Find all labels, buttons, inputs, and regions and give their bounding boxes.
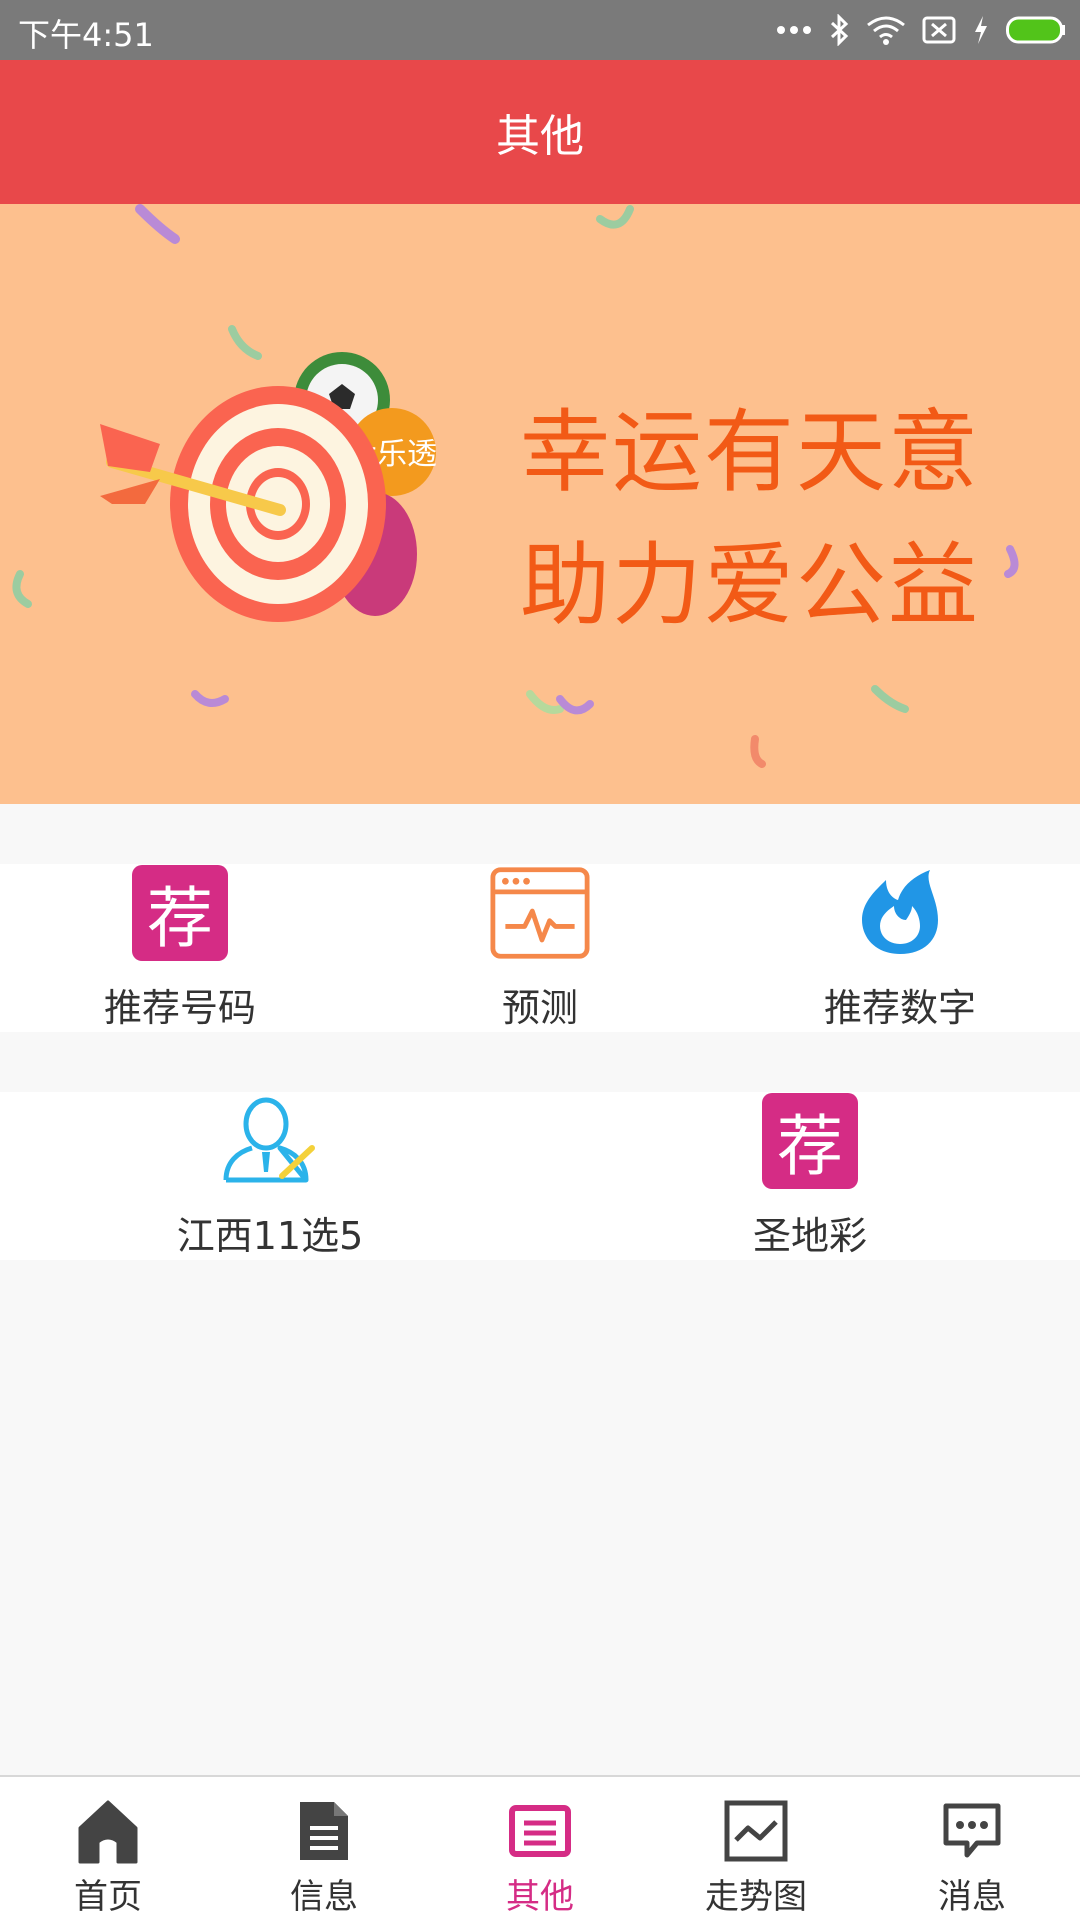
grid-item-shengdicai[interactable]: 荐 圣地彩: [540, 1092, 1080, 1260]
grid-item-label: 推荐号码: [103, 986, 256, 1030]
person-edit-icon: [220, 1092, 320, 1189]
nav-item-trend[interactable]: 走势图: [648, 1777, 864, 1922]
recommend-badge: 荐: [762, 1092, 858, 1189]
banner-slogan-line1: 幸运有天意: [520, 400, 980, 505]
nav-label: 消息: [938, 1877, 1006, 1917]
status-bar: 下午4:51: [0, 0, 1080, 60]
more-dots-icon: [777, 26, 811, 34]
grid-item-label: 江西11选5: [176, 1214, 364, 1258]
page-title: 其他: [496, 111, 584, 162]
app-bar: 其他: [0, 60, 1080, 204]
grid-item-recommend-numbers[interactable]: 荐 推荐号码: [0, 864, 360, 1032]
grid-item-jiangxi-11x5[interactable]: 江西11选5: [0, 1092, 540, 1260]
nav-item-other[interactable]: 其他: [432, 1777, 648, 1922]
grid-item-forecast[interactable]: 预测: [360, 864, 720, 1032]
bluetooth-icon: [830, 14, 849, 46]
recommend-badge: 荐: [132, 864, 228, 961]
recommend-icon: 荐: [760, 1092, 860, 1189]
status-time: 下午4:51: [18, 16, 154, 54]
charging-icon: [975, 16, 987, 44]
trend-chart-icon: [720, 1795, 792, 1867]
nav-item-info[interactable]: 信息: [216, 1777, 432, 1922]
grid-item-recommend-digits[interactable]: 推荐数字: [720, 864, 1080, 1032]
nav-label: 信息: [290, 1877, 358, 1917]
flame-icon: [850, 864, 950, 961]
nav-label: 首页: [74, 1877, 142, 1917]
status-icons: [776, 12, 1066, 48]
grid-item-label: 圣地彩: [752, 1214, 867, 1258]
recommend-icon: 荐: [130, 864, 230, 961]
message-icon: [936, 1795, 1008, 1867]
grid-item-label: 推荐数字: [823, 986, 976, 1030]
nav-label: 其他: [506, 1877, 574, 1917]
home-icon: [72, 1795, 144, 1867]
grid-item-label: 预测: [501, 986, 578, 1030]
promo-banner[interactable]: 大乐透 幸运有天意 助力爱公益: [0, 204, 1080, 804]
nav-label: 走势图: [705, 1877, 807, 1917]
banner-slogan-line2: 助力爱公益: [520, 533, 980, 638]
feature-grid-row-2: 江西11选5 荐 圣地彩: [0, 1092, 1080, 1260]
document-icon: [288, 1795, 360, 1867]
feature-grid-row-1: 荐 推荐号码 预测 推荐数字: [0, 864, 1080, 1032]
nav-item-home[interactable]: 首页: [0, 1777, 216, 1922]
battery-icon: [1006, 16, 1065, 44]
list-icon: [504, 1795, 576, 1867]
chart-window-icon: [490, 864, 590, 961]
sim-off-icon: [922, 16, 956, 44]
bottom-nav: 首页 信息 其他 走势图 消息: [0, 1775, 1080, 1922]
nav-item-messages[interactable]: 消息: [864, 1777, 1080, 1922]
wifi-icon: [867, 16, 905, 45]
